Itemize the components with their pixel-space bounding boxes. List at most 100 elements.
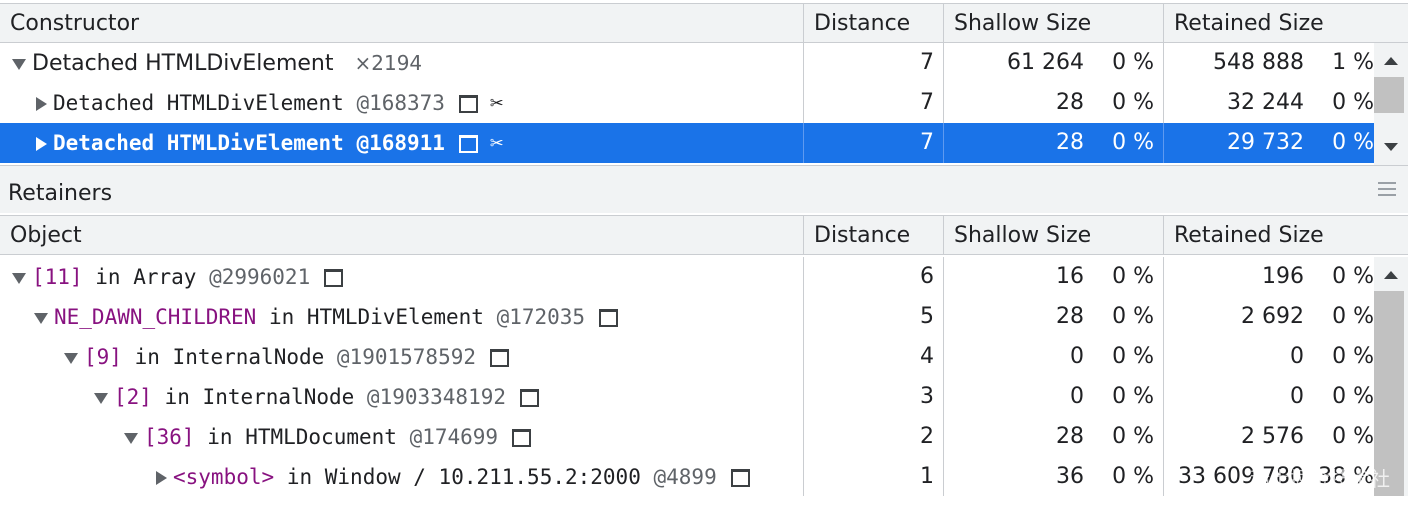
expand-down-icon[interactable] — [12, 272, 26, 284]
object-id: @4899 — [653, 465, 717, 489]
reveal-in-panel-icon[interactable] — [512, 429, 532, 447]
constructor-column-header[interactable]: Constructor — [0, 4, 804, 43]
distance-value: 2 — [920, 424, 934, 449]
retainer-row[interactable]: [11] in Array @2996021 6 16 0 % 196 0 % — [0, 257, 1374, 297]
retained-size-column-header[interactable]: Retained Size — [1164, 216, 1408, 255]
retainer-property: [9] — [84, 345, 122, 369]
expand-right-icon[interactable] — [36, 97, 47, 111]
scroll-up-icon[interactable] — [1384, 57, 1398, 65]
expand-down-icon[interactable] — [94, 392, 108, 404]
reveal-in-panel-icon[interactable] — [458, 135, 478, 153]
retained-size-value: 29 732 — [1227, 130, 1304, 155]
expand-down-icon[interactable] — [34, 312, 48, 324]
distance-value: 3 — [920, 384, 934, 409]
distance-value: 4 — [920, 344, 934, 369]
retainer-row[interactable]: [9] in InternalNode @1901578592 4 0 0 % … — [0, 337, 1374, 377]
retainer-type: Array — [133, 265, 197, 289]
tree-node: [9] in InternalNode @1901578592 — [64, 337, 509, 377]
watermark: 稀土掘金技术社区 — [1250, 467, 1390, 520]
retained-size-percent: 0 % — [1332, 344, 1374, 369]
scrollbar-thumb[interactable] — [1374, 77, 1404, 113]
retained-size-value: 548 888 — [1213, 50, 1304, 75]
shallow-size-percent: 0 % — [1112, 264, 1154, 289]
tree-node: NE_DAWN_CHILDREN in HTMLDivElement @1720… — [34, 297, 619, 337]
shallow-size-value: 61 264 — [1007, 50, 1084, 75]
in-label: in — [207, 425, 233, 449]
retainer-type: InternalNode — [202, 385, 355, 409]
reveal-in-panel-icon[interactable] — [458, 95, 478, 113]
shallow-size-percent: 0 % — [1112, 130, 1154, 155]
tree-node: <symbol> in Window / 10.211.55.2:2000 @4… — [156, 457, 750, 497]
retained-size-column-header[interactable]: Retained Size — [1164, 4, 1408, 43]
retainers-scrollbar[interactable] — [1374, 257, 1408, 496]
shallow-size-column-header[interactable]: Shallow Size — [944, 216, 1164, 255]
retained-size-percent: 1 % — [1332, 50, 1374, 75]
object-id: @1903348192 — [366, 385, 506, 409]
distance-column-header[interactable]: Distance — [804, 4, 944, 43]
shallow-size-value: 16 — [1056, 264, 1084, 289]
constructor-header: Constructor Distance Shallow Size Retain… — [0, 3, 1408, 43]
reveal-in-panel-icon[interactable] — [490, 349, 509, 367]
retainer-row[interactable]: [36] in HTMLDocument @174699 2 28 0 % 2 … — [0, 417, 1374, 457]
retained-size-percent: 0 % — [1332, 304, 1374, 329]
distance-value: 7 — [920, 90, 934, 115]
shallow-size-column-header[interactable]: Shallow Size — [944, 4, 1164, 43]
scissors-icon[interactable]: ✂ — [490, 124, 503, 164]
expand-down-icon[interactable] — [64, 352, 78, 364]
constructor-row[interactable]: Detached HTMLDivElement @168373 ✂ 7 28 0 … — [0, 83, 1374, 123]
shallow-size-percent: 0 % — [1112, 344, 1154, 369]
scroll-down-icon[interactable] — [1384, 143, 1398, 151]
retainer-row[interactable]: [2] in InternalNode @1903348192 3 0 0 % … — [0, 377, 1374, 417]
retained-size-percent: 0 % — [1332, 130, 1374, 155]
tree-node: [36] in HTMLDocument @174699 — [124, 417, 532, 457]
tree-node: Detached HTMLDivElement @168911 ✂ — [36, 123, 503, 163]
object-id: @168373 — [356, 91, 445, 115]
retainer-property: [11] — [32, 265, 83, 289]
distance-value: 5 — [920, 304, 934, 329]
object-column-header[interactable]: Object — [0, 216, 804, 255]
expand-right-icon[interactable] — [36, 137, 47, 151]
expand-down-icon[interactable] — [12, 58, 26, 70]
object-id: @1901578592 — [336, 345, 476, 369]
distance-value: 7 — [920, 130, 934, 155]
retainer-type: HTMLDivElement — [306, 305, 484, 329]
shallow-size-value: 0 — [1070, 384, 1084, 409]
tree-node: Detached HTMLDivElement @168373 ✂ — [36, 83, 503, 123]
reveal-in-panel-icon[interactable] — [599, 309, 619, 327]
constructor-scrollbar[interactable] — [1374, 43, 1408, 165]
in-label: in — [134, 345, 160, 369]
scissors-icon[interactable]: ✂ — [490, 84, 503, 124]
retained-size-value: 0 — [1290, 344, 1304, 369]
retainers-toolbar: Retainers — [0, 165, 1408, 213]
retainer-type: HTMLDocument — [245, 425, 397, 449]
retainer-row[interactable]: <symbol> in Window / 10.211.55.2:2000 @4… — [0, 457, 1374, 497]
object-name: Detached HTMLDivElement — [53, 131, 344, 155]
in-label: in — [164, 385, 190, 409]
instance-count: ×2194 — [354, 51, 423, 75]
retained-size-value: 32 244 — [1227, 90, 1304, 115]
in-label: in — [95, 265, 121, 289]
reveal-in-panel-icon[interactable] — [520, 389, 539, 407]
retained-size-value: 196 — [1262, 264, 1304, 289]
retainer-row[interactable]: NE_DAWN_CHILDREN in HTMLDivElement @1720… — [0, 297, 1374, 337]
scroll-up-icon[interactable] — [1384, 271, 1398, 279]
retainer-property: [2] — [114, 385, 152, 409]
retained-size-value: 2 576 — [1241, 424, 1304, 449]
retained-size-value: 0 — [1290, 384, 1304, 409]
reveal-in-panel-icon[interactable] — [324, 269, 344, 287]
in-label: in — [268, 305, 295, 329]
constructor-row-group[interactable]: Detached HTMLDivElement ×2194 7 61 264 0… — [0, 43, 1374, 83]
menu-icon[interactable] — [1378, 182, 1396, 200]
distance-column-header[interactable]: Distance — [804, 216, 944, 255]
expand-down-icon[interactable] — [124, 432, 138, 444]
reveal-in-panel-icon[interactable] — [730, 469, 750, 487]
retained-size-percent: 0 % — [1332, 384, 1374, 409]
expand-right-icon[interactable] — [156, 471, 167, 485]
shallow-size-percent: 0 % — [1112, 464, 1154, 489]
distance-value: 6 — [920, 264, 934, 289]
retained-size-percent: 0 % — [1332, 424, 1374, 449]
retained-size-percent: 0 % — [1332, 90, 1374, 115]
constructor-row-selected[interactable]: Detached HTMLDivElement @168911 ✂ 7 28 0 … — [0, 123, 1374, 163]
object-id: @172035 — [496, 305, 586, 329]
shallow-size-value: 36 — [1056, 464, 1084, 489]
